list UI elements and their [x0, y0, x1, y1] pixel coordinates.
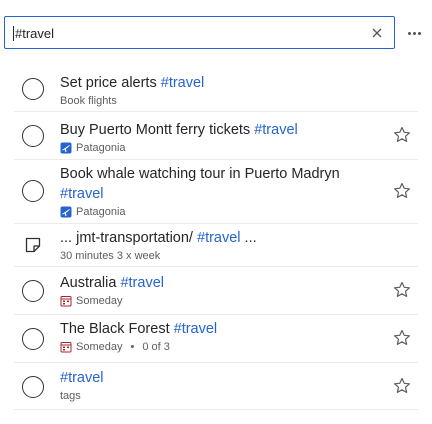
hashtag-link[interactable]: #travel	[254, 122, 298, 138]
note-snippet: 30 minutes 3 x week	[60, 250, 161, 262]
task-row[interactable]: Set price alerts #travel Book flights	[14, 64, 418, 112]
task-title: Australia #travel	[60, 275, 164, 291]
list-name: Someday	[76, 295, 123, 307]
steps-count: 0 of 3	[142, 341, 170, 353]
task-row[interactable]: Buy Puerto Montt ferry tickets #travel P…	[14, 112, 418, 160]
task-title: Book whale watching tour in Puerto Madry…	[60, 166, 340, 202]
note-row[interactable]: ... jmt-transportation/ #travel ... 30 m…	[14, 224, 418, 267]
task-meta: Patagonia	[60, 205, 378, 219]
importance-star-button[interactable]	[392, 376, 412, 396]
task-title: Set price alerts #travel	[60, 75, 205, 91]
search-input[interactable]: #travel	[4, 16, 395, 49]
list-name: Book flights	[60, 95, 117, 107]
task-row[interactable]: Book whale watching tour in Puerto Madry…	[14, 160, 418, 224]
ellipsis-icon-dot	[412, 31, 416, 35]
airplane-icon	[60, 142, 72, 154]
task-meta: tags	[60, 389, 378, 403]
importance-star-button[interactable]	[392, 181, 412, 201]
task-title: The Black Forest #travel	[60, 321, 218, 337]
task-title: #travel	[60, 368, 378, 388]
star-icon	[394, 182, 410, 198]
complete-checkbox[interactable]	[22, 376, 44, 398]
list-name: Patagonia	[76, 142, 126, 154]
search-value: #travel	[13, 26, 55, 41]
hashtag-link[interactable]: #travel	[60, 186, 104, 202]
star-icon	[394, 126, 410, 142]
task-row[interactable]: The Black Forest #travel Someday • 0 of …	[14, 315, 418, 363]
hashtag-link[interactable]: #travel	[120, 275, 164, 291]
ellipsis-icon-dot	[417, 31, 421, 35]
star-icon	[394, 281, 410, 297]
importance-star-button[interactable]	[392, 328, 412, 348]
clear-search-button[interactable]	[368, 24, 386, 42]
list-name: Someday	[76, 341, 123, 353]
task-meta: Book flights	[60, 94, 378, 108]
task-meta: Someday • 0 of 3	[60, 340, 378, 354]
close-icon	[372, 28, 382, 38]
list-name: Patagonia	[76, 206, 126, 218]
star-icon	[394, 377, 410, 393]
task-list: Set price alerts #travel Book flights Bu…	[14, 64, 418, 410]
complete-checkbox[interactable]	[22, 180, 44, 202]
airplane-icon	[60, 206, 72, 218]
hashtag-link[interactable]: #travel	[174, 321, 218, 337]
task-meta: Patagonia	[60, 141, 378, 155]
hashtag-link[interactable]: #travel	[161, 75, 205, 91]
more-options-button[interactable]	[402, 22, 426, 44]
ellipsis-icon-dot	[407, 31, 411, 35]
star-icon	[394, 329, 410, 345]
complete-checkbox[interactable]	[22, 328, 44, 350]
calendar-icon	[60, 342, 72, 353]
importance-star-button[interactable]	[392, 280, 412, 300]
complete-checkbox[interactable]	[22, 280, 44, 302]
importance-star-button[interactable]	[392, 125, 412, 145]
hashtag-link[interactable]: #travel	[197, 230, 241, 246]
note-icon	[25, 237, 41, 253]
meta-separator: •	[130, 341, 135, 353]
hashtag-link[interactable]: #travel	[60, 370, 104, 386]
complete-checkbox[interactable]	[22, 125, 44, 147]
task-row[interactable]: #travel tags	[14, 363, 418, 410]
task-title: Buy Puerto Montt ferry tickets #travel	[60, 122, 298, 138]
task-meta: Someday	[60, 294, 378, 308]
note-title: ... jmt-transportation/ #travel ...	[60, 230, 257, 246]
calendar-icon	[60, 296, 72, 307]
note-meta: 30 minutes 3 x week	[60, 249, 378, 263]
complete-checkbox[interactable]	[22, 78, 44, 100]
list-name: tags	[60, 390, 81, 402]
task-row[interactable]: Australia #travel Someday	[14, 267, 418, 315]
